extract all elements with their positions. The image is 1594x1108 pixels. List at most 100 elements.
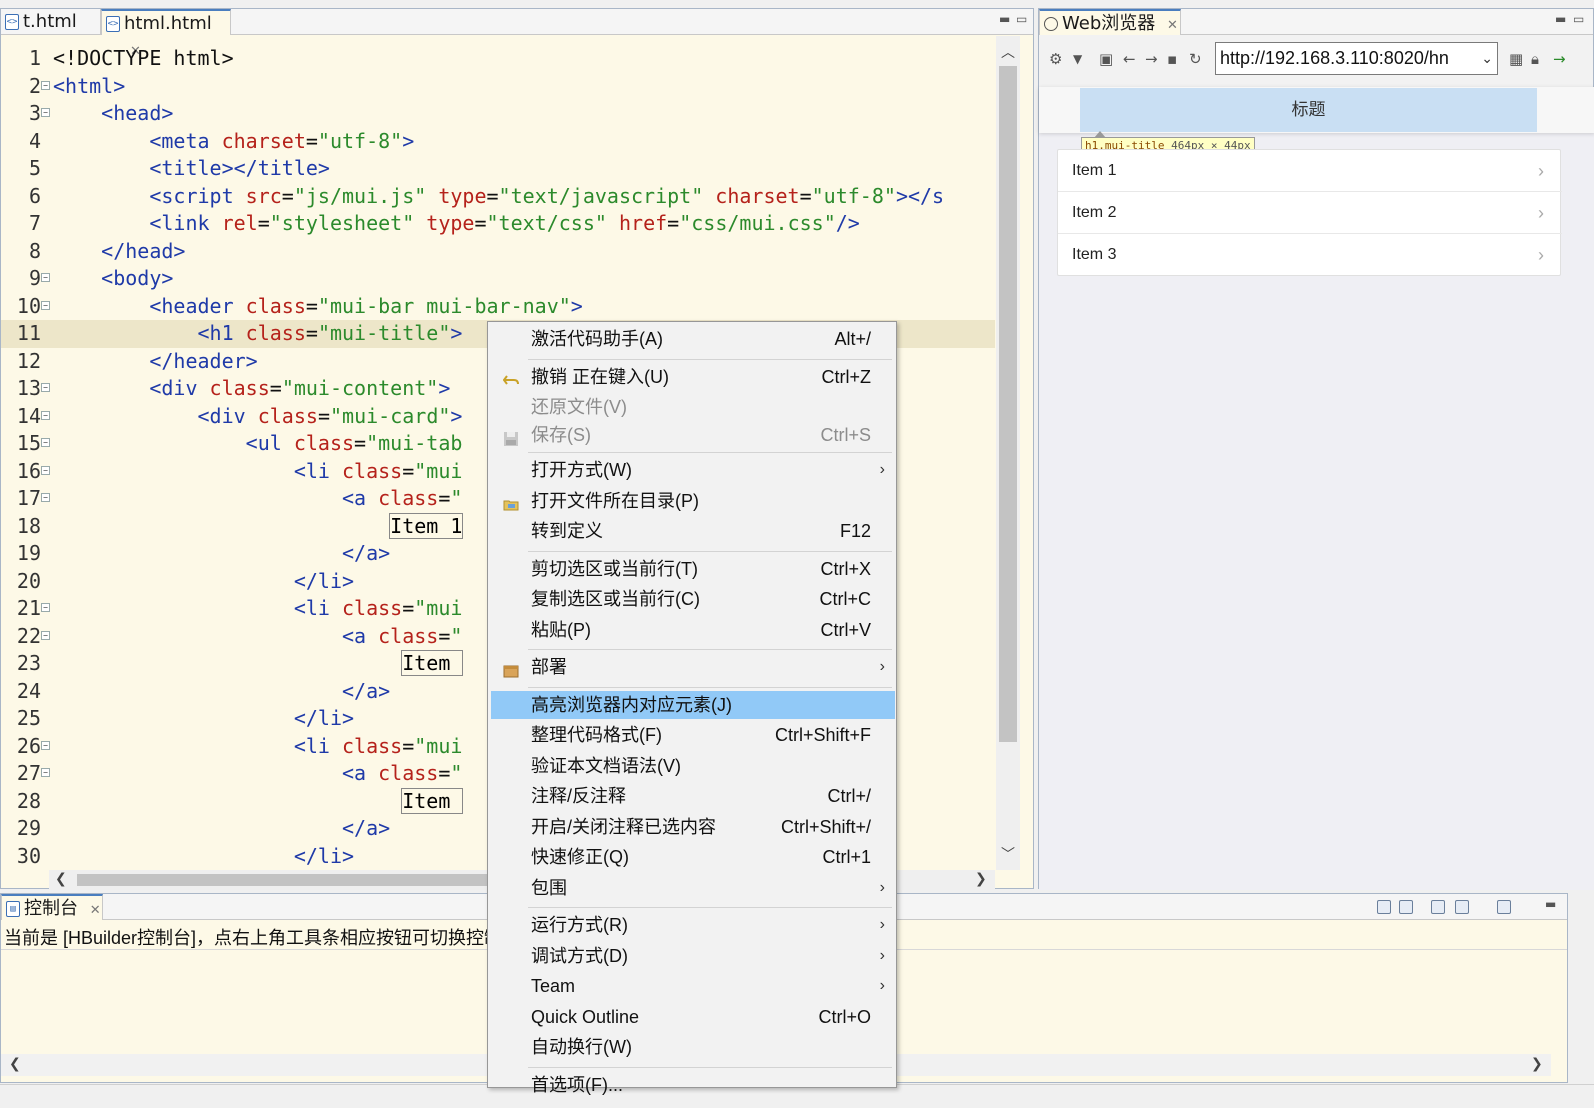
fold-toggle-icon[interactable]: −: [41, 438, 50, 447]
list-item[interactable]: Item 1 ›: [1058, 150, 1562, 192]
menu-item[interactable]: 注释/反注释 Ctrl+/: [491, 782, 895, 810]
close-icon[interactable]: ✕: [90, 903, 101, 918]
fold-toggle-icon[interactable]: −: [41, 410, 50, 420]
menu-item[interactable]: 运行方式(R) ›: [491, 911, 895, 939]
browser-tabbar: Web浏览器 ✕ ▬ ▭: [1039, 9, 1593, 35]
code-line[interactable]: 10− <header class="mui-bar mui-bar-nav">: [1, 293, 995, 321]
fold-toggle-icon[interactable]: −: [41, 465, 50, 475]
back-icon[interactable]: ←: [1123, 50, 1136, 68]
code-line[interactable]: 8 </head>: [1, 238, 995, 266]
code-line[interactable]: 6 <script src="js/mui.js" type="text/jav…: [1, 183, 995, 211]
fold-toggle-icon[interactable]: −: [41, 630, 50, 640]
menu-item[interactable]: 部署 ›: [491, 653, 895, 681]
tab-web-browser[interactable]: Web浏览器 ✕: [1039, 9, 1181, 35]
menu-item[interactable]: 快速修正(Q) Ctrl+1: [491, 843, 895, 871]
fold-toggle-icon[interactable]: −: [41, 768, 50, 777]
line-number: 1: [28, 46, 41, 70]
refresh-icon[interactable]: ↻: [1189, 50, 1202, 68]
code-line[interactable]: 5 <title></title>: [1, 155, 995, 183]
dropdown-icon[interactable]: ▼: [1073, 52, 1082, 66]
code-line[interactable]: 7 <link rel="stylesheet" type="text/css"…: [1, 210, 995, 238]
code-token: </li>: [293, 568, 355, 593]
code-content: <li class="mui: [53, 733, 463, 761]
open-console-icon[interactable]: [1497, 900, 1511, 914]
close-icon[interactable]: ✕: [1167, 18, 1178, 33]
forward-icon[interactable]: →: [1145, 50, 1158, 68]
code-line[interactable]: 9− <body>: [1, 265, 995, 293]
code-token: type: [426, 211, 475, 235]
context-menu: 激活代码助手(A) Alt+/ 撤销 正在键入(U) Ctrl+Z 还原文件(V) 保存(…: [487, 321, 897, 1095]
scroll-thumb[interactable]: [999, 66, 1017, 742]
display-console-icon[interactable]: [1455, 900, 1469, 914]
fold-toggle-icon[interactable]: −: [41, 493, 50, 502]
maximize-icon[interactable]: ▭: [1016, 12, 1027, 26]
list-item[interactable]: Item 2 ›: [1058, 192, 1562, 234]
stop-icon[interactable]: ▪: [1167, 50, 1177, 68]
menu-item[interactable]: Quick Outline Ctrl+O: [491, 1003, 895, 1031]
menu-item[interactable]: 打开方式(W) ›: [491, 456, 895, 484]
scroll-up-icon[interactable]: ︿: [1001, 42, 1015, 62]
fold-toggle-icon[interactable]: −: [41, 273, 50, 282]
code-line[interactable]: 2− <html>: [1, 73, 995, 101]
minimize-icon[interactable]: ▬: [1545, 897, 1556, 911]
scroll-down-icon[interactable]: ﹀: [1001, 844, 1015, 864]
gear-icon[interactable]: ⚙: [1049, 50, 1062, 68]
menu-item[interactable]: 粘贴(P) Ctrl+V: [491, 616, 895, 644]
menu-item[interactable]: 激活代码助手(A) Alt+/: [491, 325, 895, 353]
menu-item[interactable]: 自动换行(W): [491, 1033, 895, 1061]
menu-item[interactable]: 转到定义 F12: [491, 517, 895, 545]
fold-toggle-icon[interactable]: −: [41, 108, 50, 117]
fold-toggle-icon[interactable]: −: [41, 383, 50, 392]
scroll-right-icon[interactable]: ❯: [1531, 1056, 1543, 1072]
menu-item[interactable]: 包围 ›: [491, 874, 895, 902]
code-token: =: [305, 321, 318, 345]
menu-item[interactable]: 验证本文档语法(V): [491, 752, 895, 780]
code-token: />: [835, 211, 860, 235]
scroll-thumb[interactable]: [77, 874, 497, 886]
qr-code-icon[interactable]: ▦: [1509, 50, 1523, 68]
list-item[interactable]: Item 3 ›: [1058, 234, 1562, 276]
menu-item[interactable]: 打开文件所在目录(P): [491, 487, 895, 515]
url-input[interactable]: http://192.168.3.110:8020/hn ⌄: [1215, 42, 1498, 75]
code-line[interactable]: 1 <!DOCTYPE html>: [1, 45, 995, 73]
minimize-icon[interactable]: ▬: [999, 12, 1010, 26]
tab-console[interactable]: ▤ 控制台 ✕: [1, 894, 103, 920]
menu-item-label: 打开文件所在目录(P): [531, 490, 699, 511]
clear-console-icon[interactable]: [1377, 900, 1391, 914]
code-token: </a>: [341, 816, 391, 840]
scroll-lock-icon[interactable]: [1399, 900, 1413, 914]
code-content: <ul class="mui-tab: [53, 430, 463, 458]
editor-vertical-scrollbar[interactable]: ︿ ﹀: [996, 36, 1020, 870]
fold-toggle-icon[interactable]: −: [41, 603, 50, 612]
go-arrow-icon[interactable]: →: [1553, 50, 1566, 68]
code-token: >: [438, 376, 451, 400]
fold-toggle-icon[interactable]: −: [41, 300, 50, 310]
scroll-right-icon[interactable]: ❯: [975, 871, 987, 887]
menu-item[interactable]: 调试方式(D) ›: [491, 942, 895, 970]
menu-item[interactable]: 撤销 正在键入(U) Ctrl+Z: [491, 363, 895, 391]
menu-item[interactable]: 剪切选区或当前行(T) Ctrl+X: [491, 555, 895, 583]
scroll-left-icon[interactable]: ❮: [9, 1056, 21, 1072]
menu-item[interactable]: 整理代码格式(F) Ctrl+Shift+F: [491, 721, 895, 749]
menu-item[interactable]: 首选项(F)...: [491, 1071, 895, 1099]
menu-item[interactable]: Team ›: [491, 972, 895, 1000]
code-token: =: [438, 486, 451, 510]
scroll-left-icon[interactable]: ❮: [55, 871, 67, 887]
code-line[interactable]: 3− <head>: [1, 100, 995, 128]
fold-toggle-icon[interactable]: −: [41, 80, 50, 90]
menu-item[interactable]: 复制选区或当前行(C) Ctrl+C: [491, 585, 895, 613]
lock-icon[interactable]: 🔒︎: [1531, 50, 1539, 68]
tab-label: t.html: [23, 11, 77, 32]
fold-toggle-icon[interactable]: −: [41, 740, 50, 750]
code-token: <meta: [149, 128, 222, 153]
pin-console-icon[interactable]: [1431, 900, 1445, 914]
code-line[interactable]: 4 <meta charset="utf-8">: [1, 128, 995, 156]
tab-t-html[interactable]: <> t.html: [1, 9, 101, 35]
menu-item[interactable]: 开启/关闭注释已选内容 Ctrl+Shift+/: [491, 813, 895, 841]
menu-item[interactable]: 高亮浏览器内对应元素(J): [491, 690, 895, 719]
minimize-icon[interactable]: ▬: [1555, 12, 1566, 26]
console-icon[interactable]: ▣: [1099, 50, 1113, 68]
maximize-icon[interactable]: ▭: [1573, 12, 1584, 26]
chevron-down-icon[interactable]: ⌄: [1477, 43, 1493, 74]
tab-html-html[interactable]: <> html.html ✕: [101, 9, 231, 59]
